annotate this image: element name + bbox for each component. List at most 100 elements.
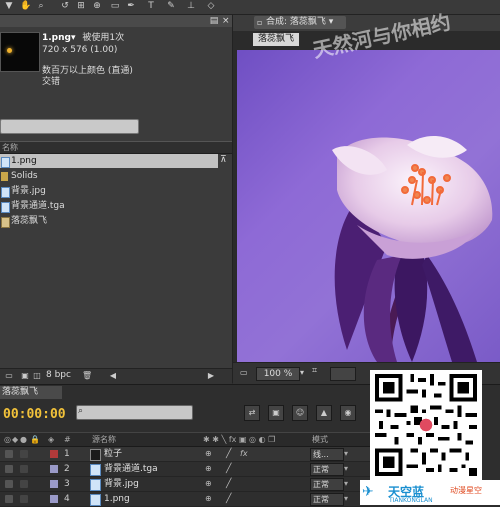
project-item[interactable]: 落蕊飘飞 <box>0 214 218 228</box>
label-color[interactable] <box>50 495 58 503</box>
always-preview-icon[interactable]: ▭ <box>240 367 252 379</box>
comp-mini-flowchart-icon[interactable]: ⇄ <box>244 405 260 421</box>
lock-toggle[interactable] <box>20 495 28 503</box>
flowchart-icon[interactable]: ⊼ <box>220 155 230 165</box>
brush-tool-icon[interactable]: ✎ <box>166 2 176 11</box>
collapse-switch-icon[interactable]: ⊕ <box>205 462 212 476</box>
bit-depth-label[interactable]: 8 bpc <box>46 370 71 380</box>
panel-menu-icon[interactable]: ▤ <box>205 15 223 27</box>
layer-name[interactable]: 1.png <box>104 492 130 506</box>
lock-column-icon[interactable]: 🔒 <box>30 433 40 446</box>
collapse-switch-icon[interactable]: ⊕ <box>205 447 212 461</box>
pen-tool-icon[interactable]: ✒ <box>126 2 136 11</box>
visibility-toggle[interactable] <box>5 465 13 473</box>
fx-icon[interactable]: fx <box>240 447 248 461</box>
resolution-select[interactable] <box>330 367 356 381</box>
blend-mode-select[interactable]: 正常 <box>310 493 344 506</box>
layer-number: 1 <box>64 449 70 459</box>
timeline-tab[interactable]: 落蕊飘飞 <box>0 386 62 399</box>
project-item[interactable]: 1.png <box>0 154 218 168</box>
quality-switch-icon[interactable]: ╱ <box>226 492 231 506</box>
particle-dot <box>7 48 12 53</box>
chevron-down-icon[interactable]: ▾ <box>344 448 348 460</box>
scroll-left-icon[interactable]: ◀ <box>108 371 118 381</box>
brand-tagline: 动漫星空 <box>450 486 482 495</box>
current-time-display[interactable]: 00:00:00 <box>3 407 66 422</box>
collapse-switch-icon[interactable]: ⊕ <box>205 492 212 506</box>
label-color[interactable] <box>50 450 58 458</box>
composition-tab-label: 合成: 落蕊飘飞 ▾ <box>266 17 334 27</box>
zoom-select[interactable]: 100 % <box>256 367 300 381</box>
item-dimensions: 720 x 576 (1.00) <box>42 45 118 55</box>
search-icon: ⌕ <box>78 406 84 416</box>
eraser-tool-icon[interactable]: ◇ <box>206 2 216 11</box>
project-item[interactable]: Solids <box>0 169 218 183</box>
clone-tool-icon[interactable]: ⊥ <box>186 2 196 11</box>
rotate-tool-icon[interactable]: ↺ <box>60 2 70 11</box>
layer-row[interactable]: 1 粒子 ⊕ ╱ fx 线... ▾ <box>0 447 370 462</box>
lock-icon[interactable]: ▫ <box>257 16 262 29</box>
draft-3d-icon[interactable]: ▣ <box>268 405 284 421</box>
label-color[interactable] <box>50 480 58 488</box>
solo-icon[interactable]: ● <box>20 433 27 446</box>
switches-header-icon[interactable]: ✱ ✱ ╲ fx ▣ ◎ ◐ ❐ <box>203 433 275 446</box>
project-item[interactable]: 背景.jpg <box>0 184 218 198</box>
project-search-input[interactable] <box>0 119 139 134</box>
project-item-label: 背景.jpg <box>11 186 46 196</box>
lock-toggle[interactable] <box>20 480 28 488</box>
grid-options-icon[interactable]: ⌗ <box>312 366 324 378</box>
layer-row[interactable]: 3 背景.jpg ⊕ ╱ 正常 ▾ <box>0 477 370 492</box>
visibility-toggle[interactable] <box>5 450 13 458</box>
frame-blending-icon[interactable]: ▲ <box>316 405 332 421</box>
layer-column-header: ◎ ◆ ● 🔒 ◈ # 源名称 ✱ ✱ ╲ fx ▣ ◎ ◐ ❐ 模式 <box>0 432 370 447</box>
visibility-toggle[interactable] <box>5 495 13 503</box>
text-tool-icon[interactable]: T <box>146 2 156 11</box>
selected-item-name[interactable]: 1.png▾ <box>42 33 76 43</box>
lock-toggle[interactable] <box>20 450 28 458</box>
zoom-tool-icon[interactable]: ⌕ <box>36 2 46 11</box>
collapse-switch-icon[interactable]: ⊕ <box>205 477 212 491</box>
close-icon[interactable]: × <box>222 15 232 27</box>
label-column-icon[interactable]: ◈ <box>48 433 54 446</box>
eye-icon[interactable]: ◎ <box>4 433 11 446</box>
visibility-toggle[interactable] <box>5 480 13 488</box>
chevron-down-icon[interactable]: ▾ <box>344 478 348 490</box>
lock-toggle[interactable] <box>20 465 28 473</box>
blend-mode-select[interactable]: 线... <box>310 448 344 461</box>
composition-viewer[interactable] <box>237 50 500 362</box>
project-item-label: 1.png <box>11 156 37 166</box>
project-item[interactable]: 背景通道.tga <box>0 199 218 213</box>
chevron-down-icon[interactable]: ▾ <box>344 493 348 505</box>
hand-tool-icon[interactable]: ✋ <box>20 2 31 11</box>
blend-mode-select[interactable]: 正常 <box>310 463 344 476</box>
mask-tool-icon[interactable]: ▭ <box>110 2 120 11</box>
trash-icon[interactable]: 🗑 <box>82 371 92 381</box>
composition-breadcrumb[interactable]: 落蕊飘飞 <box>253 33 299 46</box>
composition-tab[interactable]: ▫ 合成: 落蕊飘飞 ▾ <box>254 16 346 29</box>
motion-blur-icon[interactable]: ◉ <box>340 405 356 421</box>
camera-tool-icon[interactable]: ⊞ <box>76 2 86 11</box>
layer-row[interactable]: 2 背景通道.tga ⊕ ╱ 正常 ▾ <box>0 462 370 477</box>
new-comp-icon[interactable]: ◫ <box>32 371 42 381</box>
label-color[interactable] <box>50 465 58 473</box>
scroll-right-icon[interactable]: ▶ <box>206 371 216 381</box>
blend-mode-select[interactable]: 正常 <box>310 478 344 491</box>
project-column-header[interactable]: 名称 <box>0 141 232 154</box>
audio-icon[interactable]: ◆ <box>12 433 18 446</box>
chevron-down-icon[interactable]: ▾ <box>344 463 348 475</box>
pan-behind-icon[interactable]: ⊕ <box>92 2 102 11</box>
layer-name[interactable]: 背景.jpg <box>104 477 139 491</box>
used-count: 被使用1次 <box>82 33 125 43</box>
chevron-down-icon[interactable]: ▾ <box>300 367 310 379</box>
hide-shy-layers-icon[interactable]: ☺ <box>292 405 308 421</box>
layer-name[interactable]: 背景通道.tga <box>104 462 158 476</box>
new-folder-icon[interactable]: ▣ <box>20 371 30 381</box>
interpret-footage-icon[interactable]: ▭ <box>4 371 14 381</box>
source-name-header[interactable]: 源名称 <box>92 433 116 446</box>
layer-name[interactable]: 粒子 <box>104 447 122 461</box>
select-tool-icon[interactable]: ▼ <box>4 2 14 11</box>
quality-switch-icon[interactable]: ╱ <box>226 447 231 461</box>
quality-switch-icon[interactable]: ╱ <box>226 462 231 476</box>
timeline-search-input[interactable] <box>76 405 193 420</box>
quality-switch-icon[interactable]: ╱ <box>226 477 231 491</box>
